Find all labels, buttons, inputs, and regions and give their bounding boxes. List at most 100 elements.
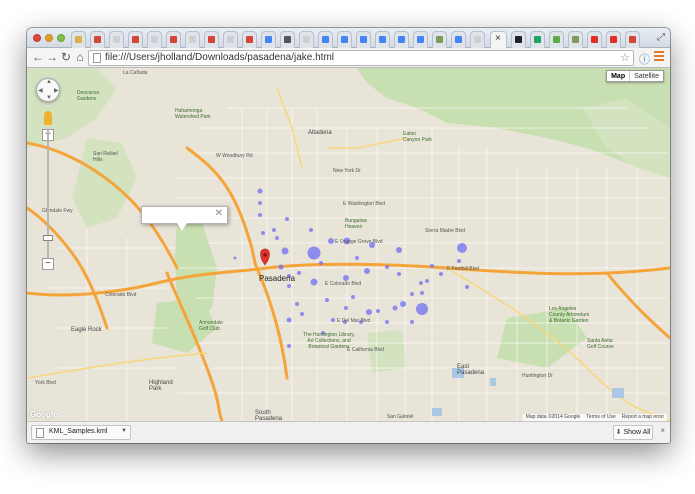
browser-tab[interactable] [185,31,200,48]
kml-marker [307,246,321,260]
report-error-link[interactable]: Report a map error [622,414,664,421]
browser-tab[interactable] [166,31,181,48]
browser-tab[interactable] [394,31,409,48]
page-icon [189,36,196,43]
github-icon [515,36,522,43]
kml-marker [309,228,313,232]
ventura-freeway [27,206,109,330]
label-south-pasadena: South Pasadena [255,410,283,421]
maps-icon [553,36,560,43]
kml-marker [287,344,291,348]
browser-tab[interactable] [625,31,640,48]
show-all-button[interactable]: ⬇ Show All [613,425,653,440]
browser-tab[interactable] [318,31,333,48]
browser-tab[interactable] [242,31,257,48]
zoom-out-button[interactable]: − [42,258,54,270]
pan-control[interactable]: ▲ ▼ ◀ ▶ [36,78,60,102]
label-e-california: E California Blvd [347,347,384,353]
kml-marker [300,312,304,316]
drive-icon [534,36,541,43]
browser-tab[interactable] [356,31,371,48]
browser-tab[interactable] [280,31,295,48]
page-icon [151,36,158,43]
browser-tab[interactable] [261,31,276,48]
pan-up-icon[interactable]: ▲ [46,79,52,85]
kml-marker [457,243,467,253]
kml-marker [295,302,299,306]
browser-tab[interactable] [147,31,162,48]
browser-tab[interactable] [511,31,526,48]
chrome-menu-icon[interactable] [654,51,664,61]
chevron-down-icon[interactable]: ▼ [121,428,127,434]
download-icon: ⬇ [615,429,622,436]
kml-marker [258,213,262,217]
photo-icon [436,36,443,43]
forward-button[interactable]: → [45,49,59,65]
zoom-slider-track[interactable] [47,129,49,269]
browser-tab[interactable] [451,31,466,48]
kml-marker [278,264,284,270]
terms-link[interactable]: Terms of Use [586,414,615,421]
map-type-satellite-button[interactable]: Satellite [630,71,663,81]
window-maximize-button[interactable] [57,34,65,42]
kml-marker [425,279,429,283]
download-file-name: KML_Samples.kml [49,428,108,435]
browser-tab[interactable] [413,31,428,48]
browser-tab[interactable] [109,31,124,48]
label-pasadena: Pasadena [259,274,296,283]
browser-tab[interactable] [432,31,447,48]
label-huntington-dr: Huntington Dr [522,373,553,379]
tab-active[interactable]: × [490,31,507,49]
pan-down-icon[interactable]: ▼ [46,95,52,101]
browser-tab[interactable] [549,31,564,48]
page-icon [474,36,481,43]
google-map[interactable]: La Cañada Descanso Gardens Hahamonga Wat… [27,68,670,421]
downloads-close-icon[interactable]: × [660,426,665,435]
browser-tab[interactable] [337,31,352,48]
map-type-control: Map Satellite [606,70,664,82]
browser-tab[interactable] [470,31,485,48]
label-san-rafael: San Rafael Hills [93,151,118,163]
gmail-icon [132,36,139,43]
browser-tab[interactable] [375,31,390,48]
wikipedia-icon [284,36,291,43]
window-minimize-button[interactable] [45,34,53,42]
kml-marker [257,188,263,194]
back-button[interactable]: ← [31,49,45,65]
kml-marker [385,265,389,269]
browser-tab[interactable] [128,31,143,48]
zoom-slider-thumb[interactable] [43,235,53,241]
download-item[interactable]: KML_Samples.kml ▼ [31,425,131,440]
kml-marker [385,320,389,324]
map-data-text: Map data ©2014 Google [525,414,581,420]
pan-left-icon[interactable]: ◀ [38,87,43,94]
street-view-pegman-icon[interactable] [44,111,52,125]
label-woodbury: W Woodbury Rd [216,153,253,159]
window-close-button[interactable] [33,34,41,42]
info-window-close-icon[interactable]: ✕ [215,208,223,219]
browser-tab[interactable] [606,31,621,48]
browser-tab[interactable] [568,31,583,48]
browser-tab[interactable] [204,31,219,48]
home-button[interactable]: ⌂ [73,49,87,65]
address-bar[interactable]: file:///Users/jholland/Downloads/pasaden… [88,50,634,66]
browser-tab[interactable] [587,31,602,48]
browser-tab[interactable] [530,31,545,48]
kml-marker [285,217,289,221]
browser-tab[interactable] [299,31,314,48]
browser-tab[interactable] [90,31,105,48]
bookmark-star-icon[interactable]: ☆ [620,51,630,64]
kml-marker [439,272,443,276]
tab-close-icon[interactable]: × [495,33,501,44]
reload-button[interactable]: ↻ [59,49,73,65]
pan-right-icon[interactable]: ▶ [54,87,59,94]
downloads-bar: KML_Samples.kml ▼ ⬇ Show All × [27,421,670,443]
label-highland-park: Highland Park [149,380,173,392]
map-type-map-button[interactable]: Map [607,71,631,81]
label-bungalow: Bungalow Heaven [345,218,367,230]
browser-tab[interactable] [223,31,238,48]
browser-tab[interactable] [71,31,86,48]
fullscreen-icon[interactable]: ⤢ [657,32,665,43]
extension-icon[interactable]: ⓘ [639,51,650,67]
kml-marker [465,285,469,289]
